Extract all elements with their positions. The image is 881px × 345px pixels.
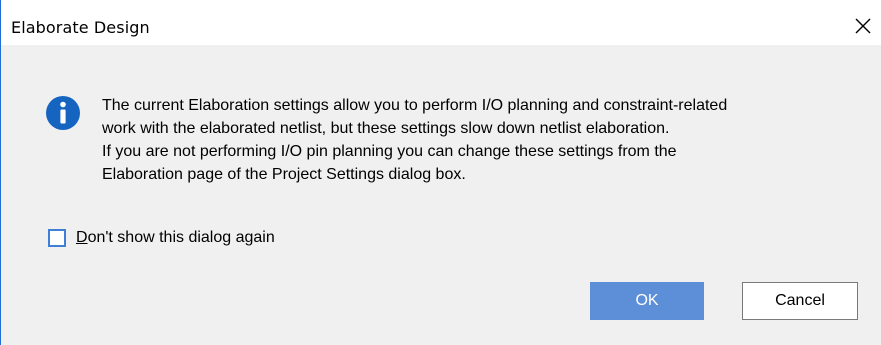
message-text: The current Elaboration settings allow y… (102, 94, 862, 186)
dialog-title: Elaborate Design (11, 18, 150, 37)
close-icon (855, 18, 871, 34)
cancel-button[interactable]: Cancel (742, 282, 858, 320)
info-icon (46, 96, 80, 130)
message-line: If you are not performing I/O pin planni… (102, 143, 677, 160)
close-button[interactable] (851, 14, 875, 38)
message-line: work with the elaborated netlist, but th… (102, 120, 670, 137)
dialog-body: The current Elaboration settings allow y… (1, 45, 881, 345)
dont-show-again-label[interactable]: Don't show this dialog again (76, 229, 275, 247)
dont-show-again-option[interactable]: Don't show this dialog again (48, 227, 275, 249)
ok-button[interactable]: OK (590, 282, 704, 320)
label-mnemonic: D (76, 229, 88, 246)
message-line: Elaboration page of the Project Settings… (102, 166, 466, 183)
message-line: The current Elaboration settings allow y… (102, 97, 728, 114)
title-bar: Elaborate Design (1, 0, 881, 45)
label-rest: on't show this dialog again (87, 229, 275, 246)
dont-show-again-checkbox[interactable] (48, 229, 66, 247)
dialog-window: Elaborate Design The current Elaboration… (0, 0, 881, 345)
